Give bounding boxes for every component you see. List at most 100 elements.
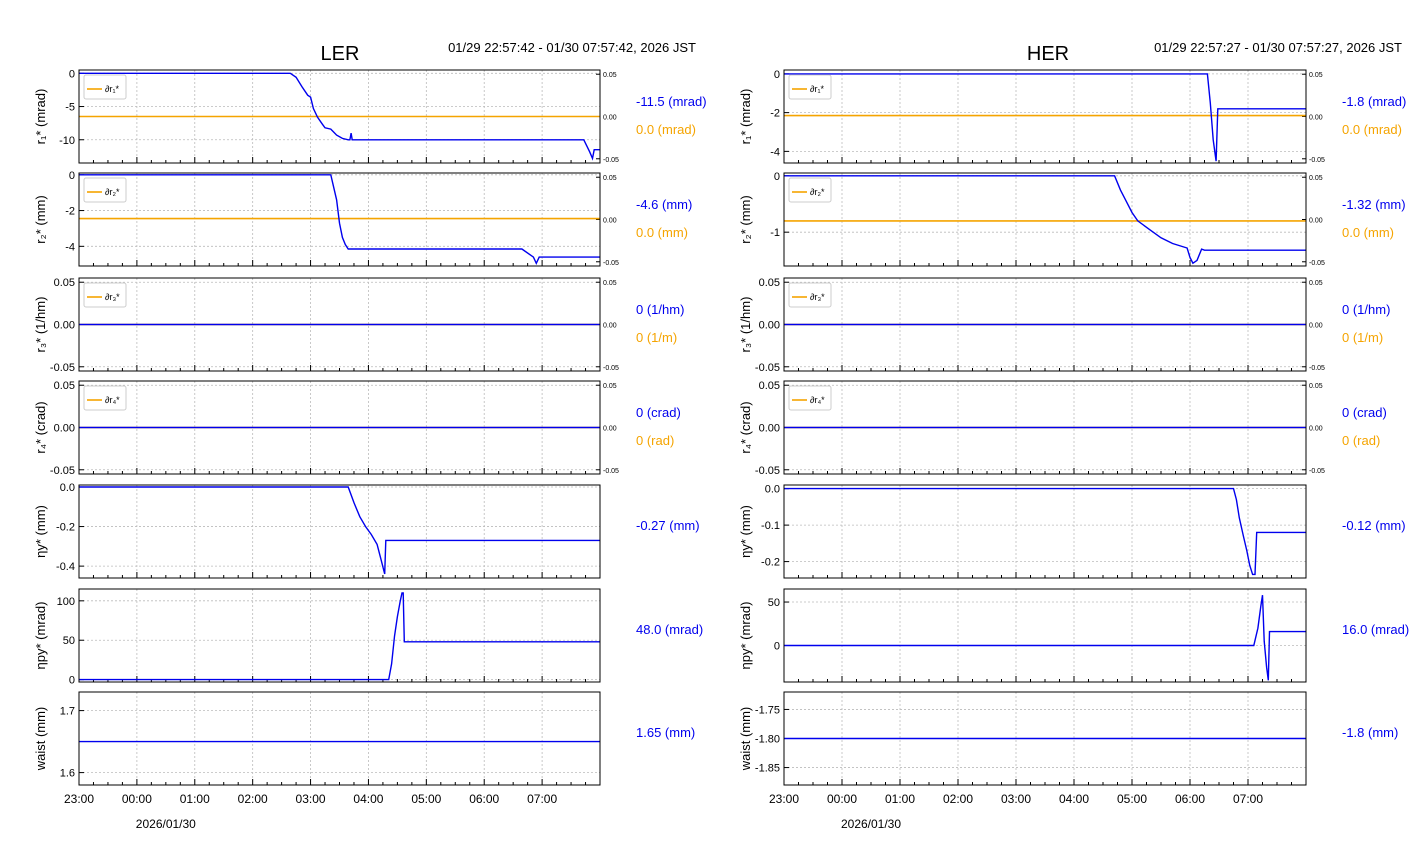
legend: ∂r₃* <box>788 282 832 308</box>
y-axis-label: r₄* (crad) <box>33 401 48 453</box>
twin-tick-label: -0.05 <box>1309 260 1325 267</box>
legend-label: ∂r₁* <box>105 84 119 94</box>
y-axis-label: ηpy* (mrad) <box>738 602 753 670</box>
series-line <box>784 594 1306 681</box>
y-tick-label: -0.2 <box>761 557 780 569</box>
twin-tick-label: 0.05 <box>1309 383 1323 390</box>
series-line <box>784 175 1306 265</box>
plot-frame <box>783 172 1307 267</box>
x-tick-label: 01:00 <box>180 792 210 806</box>
y-tick-label: 1.7 <box>60 706 75 718</box>
y-axis-label: r₃* (1/hm) <box>738 297 753 353</box>
y-tick-label: 0 <box>69 68 75 80</box>
legend-label: ∂r₄* <box>105 395 120 405</box>
y-axis-label: ηpy* (mrad) <box>33 602 48 670</box>
current-value: -0.12 (mm) <box>1342 518 1406 533</box>
subplot-2: 0.05 0.00 -0.05 0.05 0.00 -0.05 ∂r₃* r₃* (1/hm)… <box>33 277 684 374</box>
subplot-3: 0.05 0.00 -0.05 0.05 0.00 -0.05 ∂r₄* r₄* (crad)… <box>33 380 681 477</box>
y-tick-label: 0.00 <box>759 423 780 435</box>
series-line <box>79 592 600 681</box>
legend-label: ∂r₃* <box>810 292 825 302</box>
panel-ler: LER 01/29 22:57:42 - 01/30 07:57:42, 2026… <box>33 40 707 831</box>
twin-tick-label: 0.00 <box>603 115 617 122</box>
legend-label: ∂r₃* <box>105 292 120 302</box>
y-tick-label: 0.0 <box>765 484 780 496</box>
subplot-1: 0 -1 0.05 0.00 -0.05 ∂r₂* r₂* (mm) -1.32 (mm) 0.… <box>738 171 1406 267</box>
reference-value: 0.0 (mm) <box>1342 225 1394 240</box>
y-tick-label: -1 <box>770 227 780 239</box>
current-value: 0 (crad) <box>636 405 681 420</box>
date-label: 2026/01/30 <box>841 817 901 831</box>
y-axis-label: ηy* (mm) <box>33 505 48 558</box>
y-tick-label: -1.75 <box>755 704 780 716</box>
twin-tick-label: 0.05 <box>603 383 617 390</box>
y-tick-label: 0.00 <box>54 423 75 435</box>
twin-tick-label: 0.00 <box>603 426 617 433</box>
twin-tick-label: 0.05 <box>603 280 617 287</box>
plot-frame <box>78 484 601 579</box>
series-line <box>79 486 600 575</box>
y-axis-label: waist (mm) <box>738 707 753 772</box>
y-tick-label: 0.05 <box>759 277 780 289</box>
series-line <box>784 73 1306 162</box>
plot-frame <box>783 484 1307 579</box>
reference-value: 0 (1/m) <box>1342 330 1383 345</box>
x-tick-label: 03:00 <box>296 792 326 806</box>
x-tick-label: 23:00 <box>64 792 94 806</box>
current-value: 1.65 (mm) <box>636 725 695 740</box>
y-tick-label: 0 <box>774 69 780 81</box>
current-value: -11.5 (mrad) <box>636 94 707 109</box>
y-tick-label: -2 <box>770 108 780 120</box>
y-tick-label: -1.80 <box>755 734 780 746</box>
legend-label: ∂r₂* <box>810 187 825 197</box>
x-tick-label: 03:00 <box>1001 792 1031 806</box>
twin-tick-label: 0.00 <box>603 323 617 330</box>
twin-tick-label: -0.05 <box>603 365 619 372</box>
subplot-3: 0.05 0.00 -0.05 0.05 0.00 -0.05 ∂r₄* r₄* (crad)… <box>738 380 1387 477</box>
legend: ∂r₂* <box>788 177 832 203</box>
y-tick-label: -4 <box>65 241 75 253</box>
y-tick-label: -10 <box>59 135 75 147</box>
y-axis-label: ηy* (mm) <box>738 505 753 558</box>
x-tick-label: 06:00 <box>469 792 499 806</box>
legend: ∂r₄* <box>788 385 832 411</box>
panel-her: HER 01/29 22:57:27 - 01/30 07:57:27, 2026… <box>738 40 1409 831</box>
plot-frame <box>78 588 601 683</box>
y-tick-label: -0.1 <box>761 520 780 532</box>
y-tick-label: -0.4 <box>56 561 75 573</box>
legend-label: ∂r₁* <box>810 84 824 94</box>
subplot-6: 1.7 1.6 waist (mm) 1.65 (mm) <box>33 691 695 786</box>
panel-title: LER <box>321 43 360 65</box>
subplot-1: 0 -2 -4 0.05 0.00 -0.05 ∂r₂* r₂* (mm) -4.6 (mm) 0… <box>33 170 692 267</box>
twin-tick-label: -0.05 <box>603 157 619 164</box>
time-range: 01/29 22:57:27 - 01/30 07:57:27, 2026 JS… <box>1154 40 1402 55</box>
y-tick-label: 0.05 <box>759 380 780 392</box>
x-tick-label: 00:00 <box>122 792 152 806</box>
twin-tick-label: -0.05 <box>1309 365 1325 372</box>
legend: ∂r₃* <box>83 282 127 308</box>
current-value: 0 (1/hm) <box>1342 302 1390 317</box>
y-tick-label: 0.00 <box>759 320 780 332</box>
y-axis-label: r₂* (mm) <box>33 195 48 243</box>
x-tick-label: 07:00 <box>527 792 557 806</box>
twin-tick-label: 0.00 <box>1309 115 1323 122</box>
current-value: 0 (crad) <box>1342 405 1387 420</box>
subplot-4: 0.0 -0.1 -0.2 ηy* (mm) -0.12 (mm) <box>738 484 1406 579</box>
legend: ∂r₄* <box>83 385 127 411</box>
y-tick-label: 50 <box>768 597 780 609</box>
y-tick-label: -1.85 <box>755 763 780 775</box>
y-tick-label: -0.2 <box>56 522 75 534</box>
y-tick-label: 50 <box>63 635 75 647</box>
twin-tick-label: 0.05 <box>603 175 617 182</box>
x-tick-label: 23:00 <box>769 792 799 806</box>
y-axis-label: r₄* (crad) <box>738 401 753 453</box>
y-tick-label: 0 <box>774 640 780 652</box>
current-value: -4.6 (mm) <box>636 197 692 212</box>
twin-tick-label: -0.05 <box>603 260 619 267</box>
legend: ∂r₂* <box>83 177 127 203</box>
y-tick-label: 0 <box>774 171 780 183</box>
plot-frame <box>78 691 601 786</box>
legend: ∂r₁* <box>83 74 127 100</box>
y-tick-label: -0.05 <box>50 465 75 477</box>
x-tick-label: 01:00 <box>885 792 915 806</box>
